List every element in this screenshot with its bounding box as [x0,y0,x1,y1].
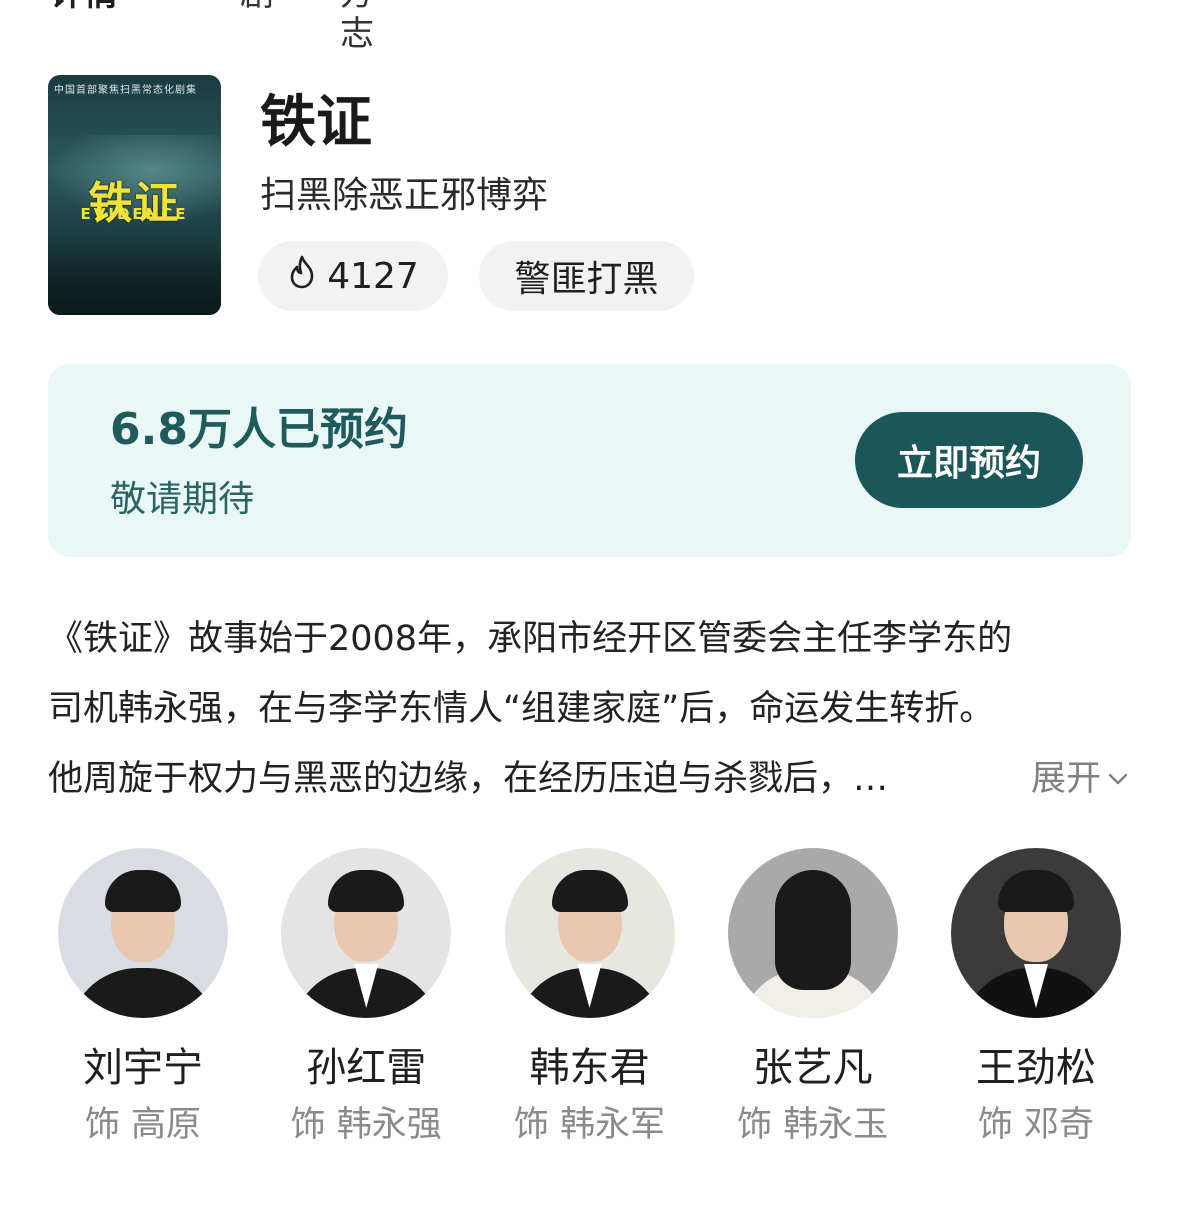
cast-name: 韩东君 [529,1045,650,1091]
show-subtitle: 扫黑除恶正邪博弈 [260,175,549,216]
tab-details[interactable]: 详情 [50,0,118,14]
avatar [951,848,1121,1018]
cast-role: 饰 韩永玉 [737,1105,889,1145]
synopsis-line-3: 他周旋于权力与黑恶的边缘，在经历压迫与杀戮后，… [48,759,889,799]
poster-street [48,245,221,315]
heat-value: 4127 [327,255,419,297]
show-poster[interactable]: 中国首部聚焦扫黑常态化剧集 铁证 EVIDENCE [48,75,221,315]
cast-list: 刘宇宁 饰 高原 孙红雷 饰 韩永强 韩东君 饰 韩永军 张艺凡 饰 韩永玉 王… [48,848,1131,1150]
top-tab-bar: 详情 剧 方志 [50,0,374,54]
synopsis-line-3-row: 他周旋于权力与黑恶的边缘，在经历压迫与杀戮后，… 展开 [48,744,1131,814]
flame-icon [287,255,317,298]
show-title: 铁证 [260,90,372,155]
reservation-count: 6.8万人已预约 [110,404,408,455]
cast-member[interactable]: 王劲松 饰 邓奇 [941,848,1131,1150]
cast-name: 张艺凡 [752,1045,873,1091]
cast-member[interactable]: 孙红雷 饰 韩永强 [271,848,461,1150]
tab-discussion[interactable]: 方志 [340,0,374,54]
genre-chip[interactable]: 警匪打黑 [479,241,694,311]
poster-tagline: 中国首部聚焦扫黑常态化剧集 [54,85,197,96]
synopsis-line-2: 司机韩永强，在与李学东情人“组建家庭”后，命运发生转折。 [48,689,995,729]
cast-name: 孙红雷 [306,1045,427,1091]
chevron-down-icon [1108,773,1128,785]
cast-role: 饰 高原 [84,1105,202,1145]
reserve-now-button[interactable]: 立即预约 [855,412,1083,508]
expand-label: 展开 [1030,759,1101,799]
cast-name: 刘宇宁 [83,1045,203,1091]
poster-subtitle: EVIDENCE [80,205,189,223]
cast-member[interactable]: 韩东君 饰 韩永军 [495,848,685,1150]
reservation-card: 6.8万人已预约 敬请期待 立即预约 [48,364,1131,557]
synopsis[interactable]: 《铁证》故事始于2008年，承阳市经开区管委会主任李学东的 司机韩永强，在与李学… [48,604,1131,814]
cast-member[interactable]: 刘宇宁 饰 高原 [48,848,238,1150]
genre-label: 警匪打黑 [514,259,659,300]
cast-role: 饰 韩永军 [513,1105,666,1145]
tab-episodes[interactable]: 剧 [240,0,274,14]
heat-chip[interactable]: 4127 [258,241,448,311]
expand-button[interactable]: 展开 [1031,744,1131,814]
avatar [504,848,675,1018]
reservation-subtext: 敬请期待 [110,479,255,520]
cast-role: 饰 韩永强 [290,1105,442,1145]
synopsis-line-1: 《铁证》故事始于2008年，承阳市经开区管委会主任李学东的 [48,619,1013,659]
avatar [281,848,452,1018]
cast-role: 饰 邓奇 [977,1105,1095,1145]
avatar [58,848,228,1018]
cast-member[interactable]: 张艺凡 饰 韩永玉 [718,848,908,1150]
avatar [727,848,898,1018]
cast-name: 王劲松 [976,1045,1096,1091]
